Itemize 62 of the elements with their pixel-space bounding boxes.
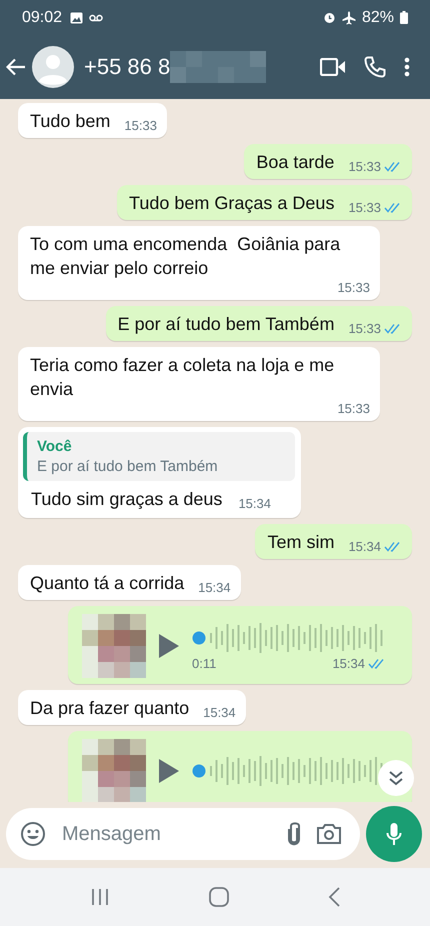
message-time: 15:34 (198, 580, 231, 595)
home-icon[interactable] (208, 887, 229, 907)
avatar-icon[interactable] (32, 46, 74, 88)
message-time: 15:33 (337, 280, 370, 295)
airplane-icon (342, 10, 356, 24)
recent-apps-icon[interactable] (90, 888, 110, 906)
message-bubble[interactable]: Tudo bem 15:33 (18, 103, 167, 138)
message-text: Boa tarde (256, 151, 334, 174)
emoji-icon[interactable] (20, 821, 46, 847)
message-time: 15:33 (348, 200, 381, 215)
message-bubble[interactable]: Quanto tá a corrida 15:34 (18, 565, 241, 600)
play-icon[interactable] (158, 633, 180, 659)
message-text: Tudo sim graças a deus (31, 488, 222, 511)
contact-name[interactable]: +55 86 8 (84, 54, 170, 80)
message-bubble[interactable]: E por aí tudo bem Também 15:33 (106, 306, 412, 341)
message-time: 15:34 (348, 539, 381, 554)
message-text: Quanto tá a corrida (30, 572, 184, 595)
message-text: Tudo bem Graças a Deus (129, 192, 334, 215)
voicemail-icon (89, 14, 104, 22)
message-bubble[interactable]: To com uma encomenda Goiânia para me enviar pelo correio 15:33 (18, 226, 380, 300)
message-text: To com uma encomenda Goiânia para me enviar pelo correio (30, 233, 342, 280)
message-time: 15:33 (124, 118, 157, 133)
alarm-icon (322, 11, 336, 24)
more-options-icon[interactable] (404, 57, 410, 77)
message-time: 15:33 (337, 401, 370, 416)
microphone-icon (386, 822, 402, 846)
video-call-icon[interactable] (320, 58, 346, 76)
message-bubble[interactable]: Tem sim 15:34 (255, 524, 412, 559)
back-icon[interactable] (328, 887, 340, 907)
message-bubble[interactable]: Tudo bem Graças a Deus 15:33 (117, 185, 412, 220)
message-bubble[interactable]: Teria como fazer a coleta na loja e me envia 15:33 (18, 347, 380, 421)
message-text: Da pra fazer quanto (30, 697, 190, 720)
message-input[interactable]: Mensagem (60, 822, 272, 846)
message-time: 15:34 (238, 496, 271, 511)
status-time: 09:02 (22, 8, 62, 26)
quote-author: Você (37, 438, 73, 455)
message-time: 15:33 (348, 159, 381, 174)
message-time: 15:33 (348, 321, 381, 336)
attachment-icon[interactable] (286, 821, 302, 847)
message-time: 15:34 (203, 705, 236, 720)
scroll-down-icon[interactable] (378, 760, 414, 796)
voice-message[interactable]: 0:11 15:34 (68, 606, 412, 684)
camera-icon[interactable] (316, 823, 342, 845)
message-text: Tudo bem (30, 110, 110, 133)
message-bubble[interactable]: Da pra fazer quanto 15:34 (18, 690, 246, 725)
back-arrow-icon[interactable] (6, 58, 26, 76)
quote-text: E por aí tudo bem Também (37, 458, 219, 475)
message-text: Teria como fazer a coleta na loja e me envia (30, 354, 336, 401)
voice-duration: 0:11 (192, 656, 216, 670)
battery-icon (400, 11, 408, 24)
battery-percent: 82% (362, 8, 394, 26)
quoted-message[interactable]: Você E por aí tudo bem Também (23, 432, 295, 481)
message-field[interactable]: Mensagem (6, 808, 360, 860)
message-text: E por aí tudo bem Também (118, 313, 334, 336)
voice-message[interactable] (68, 731, 412, 802)
message-text: Tem sim (267, 531, 334, 554)
message-bubble[interactable]: Você E por aí tudo bem Também Tudo sim graças a deus 15:34 (18, 427, 301, 518)
phone-icon[interactable] (364, 56, 386, 78)
message-bubble[interactable]: Boa tarde 15:33 (244, 144, 412, 179)
message-time: 15:34 (332, 656, 365, 670)
gallery-icon (70, 12, 84, 24)
play-icon[interactable] (158, 758, 180, 784)
